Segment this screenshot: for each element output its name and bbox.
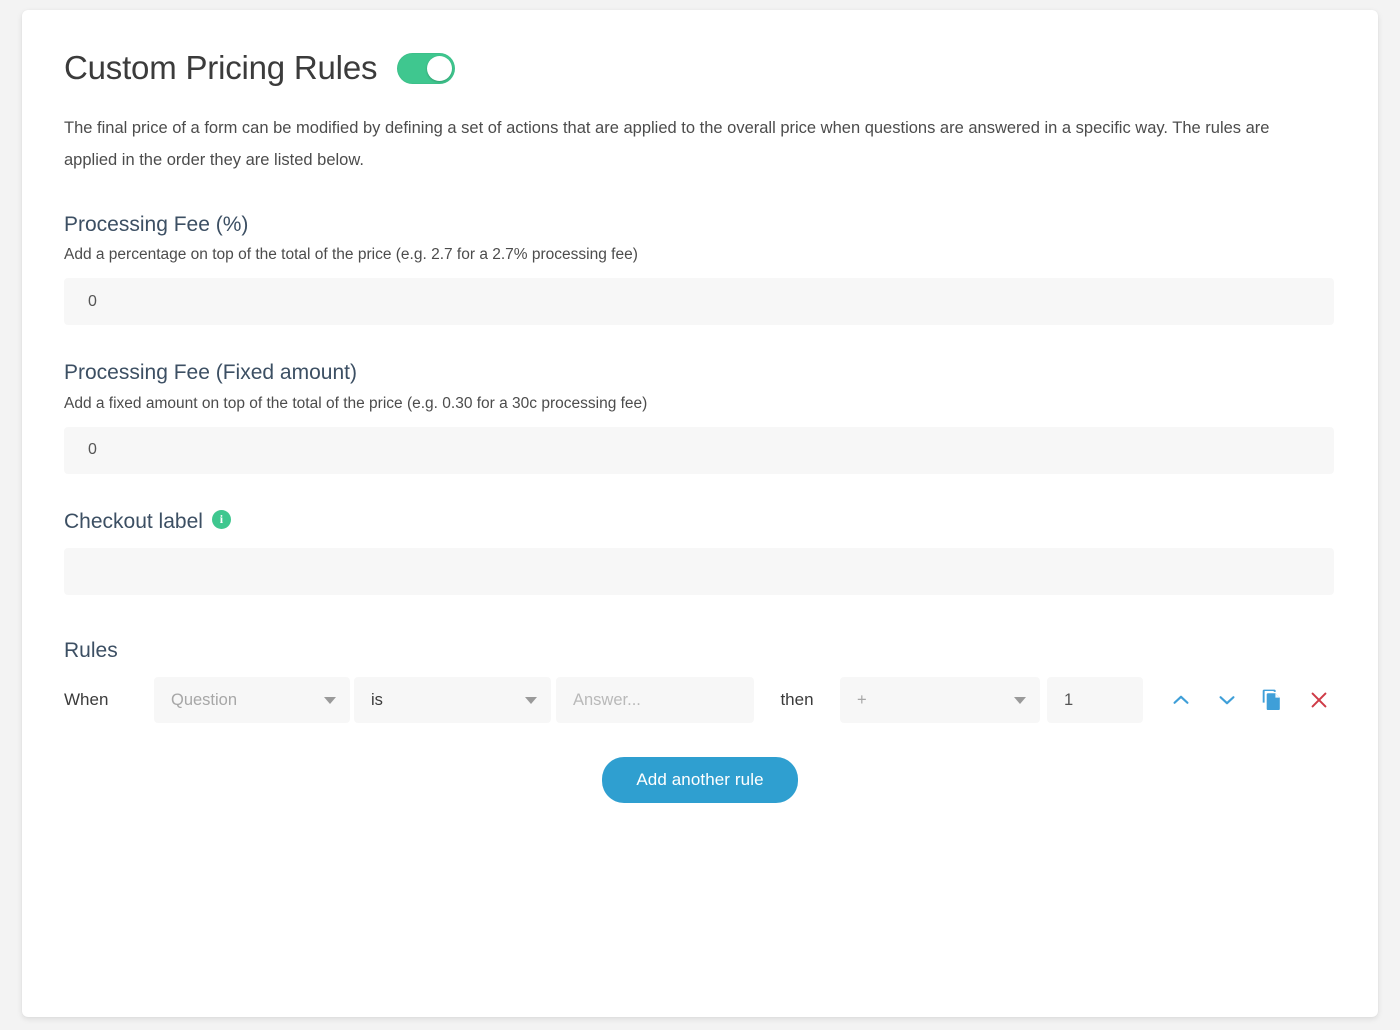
rule-then-label: then [780, 690, 814, 710]
rule-action-select[interactable]: + [840, 677, 1040, 724]
processing-fee-fixed-label: Processing Fee (Fixed amount) [64, 359, 1336, 387]
checkout-label-input[interactable] [64, 548, 1334, 596]
processing-fee-percent-help: Add a percentage on top of the total of … [64, 245, 638, 263]
intro-description: The final price of a form can be modifie… [64, 119, 1270, 170]
page-title: Custom Pricing Rules [64, 49, 378, 86]
add-rule-row: Add another rule [64, 757, 1336, 804]
checkout-label-label: Checkout label i [64, 508, 1336, 536]
rule-row: When Question is then + [64, 677, 1336, 724]
app-page: Custom Pricing Rules The final price of … [0, 0, 1400, 1030]
chevron-up-icon[interactable] [1169, 688, 1193, 712]
chevron-down-icon [324, 697, 336, 705]
processing-fee-percent-label: Processing Fee (%) [64, 211, 1336, 239]
info-icon[interactable]: i [211, 509, 231, 529]
rules-section: Rules When Question is then + [64, 639, 1336, 804]
custom-pricing-rules-toggle[interactable] [397, 52, 456, 84]
processing-fee-percent-label-text: Processing Fee (%) [64, 212, 249, 236]
processing-fee-percent-input[interactable] [64, 278, 1334, 326]
rule-amount-input[interactable] [1047, 677, 1143, 724]
toggle-knob [427, 55, 453, 81]
custom-pricing-rules-card: Custom Pricing Rules The final price of … [22, 10, 1378, 1017]
add-another-rule-button[interactable]: Add another rule [602, 757, 798, 804]
title-row: Custom Pricing Rules [64, 49, 1336, 86]
copy-icon[interactable] [1261, 688, 1285, 712]
chevron-down-icon [525, 697, 537, 705]
field-checkout-label: Checkout label i [64, 508, 1336, 596]
field-processing-fee-percent: Processing Fee (%) Add a percentage on t… [64, 211, 1336, 326]
close-x-icon[interactable] [1307, 688, 1331, 712]
checkout-label-label-text: Checkout label [64, 509, 203, 533]
chevron-down-icon [1014, 697, 1026, 705]
processing-fee-fixed-input[interactable] [64, 426, 1334, 474]
chevron-down-icon[interactable] [1215, 688, 1239, 712]
processing-fee-fixed-label-text: Processing Fee (Fixed amount) [64, 361, 357, 385]
field-processing-fee-fixed: Processing Fee (Fixed amount) Add a fixe… [64, 359, 1336, 474]
rule-answer-input[interactable] [556, 677, 754, 724]
rules-heading: Rules [64, 639, 118, 663]
processing-fee-fixed-help: Add a fixed amount on top of the total o… [64, 394, 648, 412]
rule-action-icons [1169, 688, 1331, 712]
rule-question-select[interactable]: Question [154, 677, 350, 724]
rule-action-select-value: + [857, 690, 867, 709]
rule-question-select-value: Question [171, 690, 238, 709]
rule-operator-select-value: is [371, 690, 383, 709]
rule-when-label: When [64, 690, 109, 710]
rule-operator-select[interactable]: is [354, 677, 551, 724]
